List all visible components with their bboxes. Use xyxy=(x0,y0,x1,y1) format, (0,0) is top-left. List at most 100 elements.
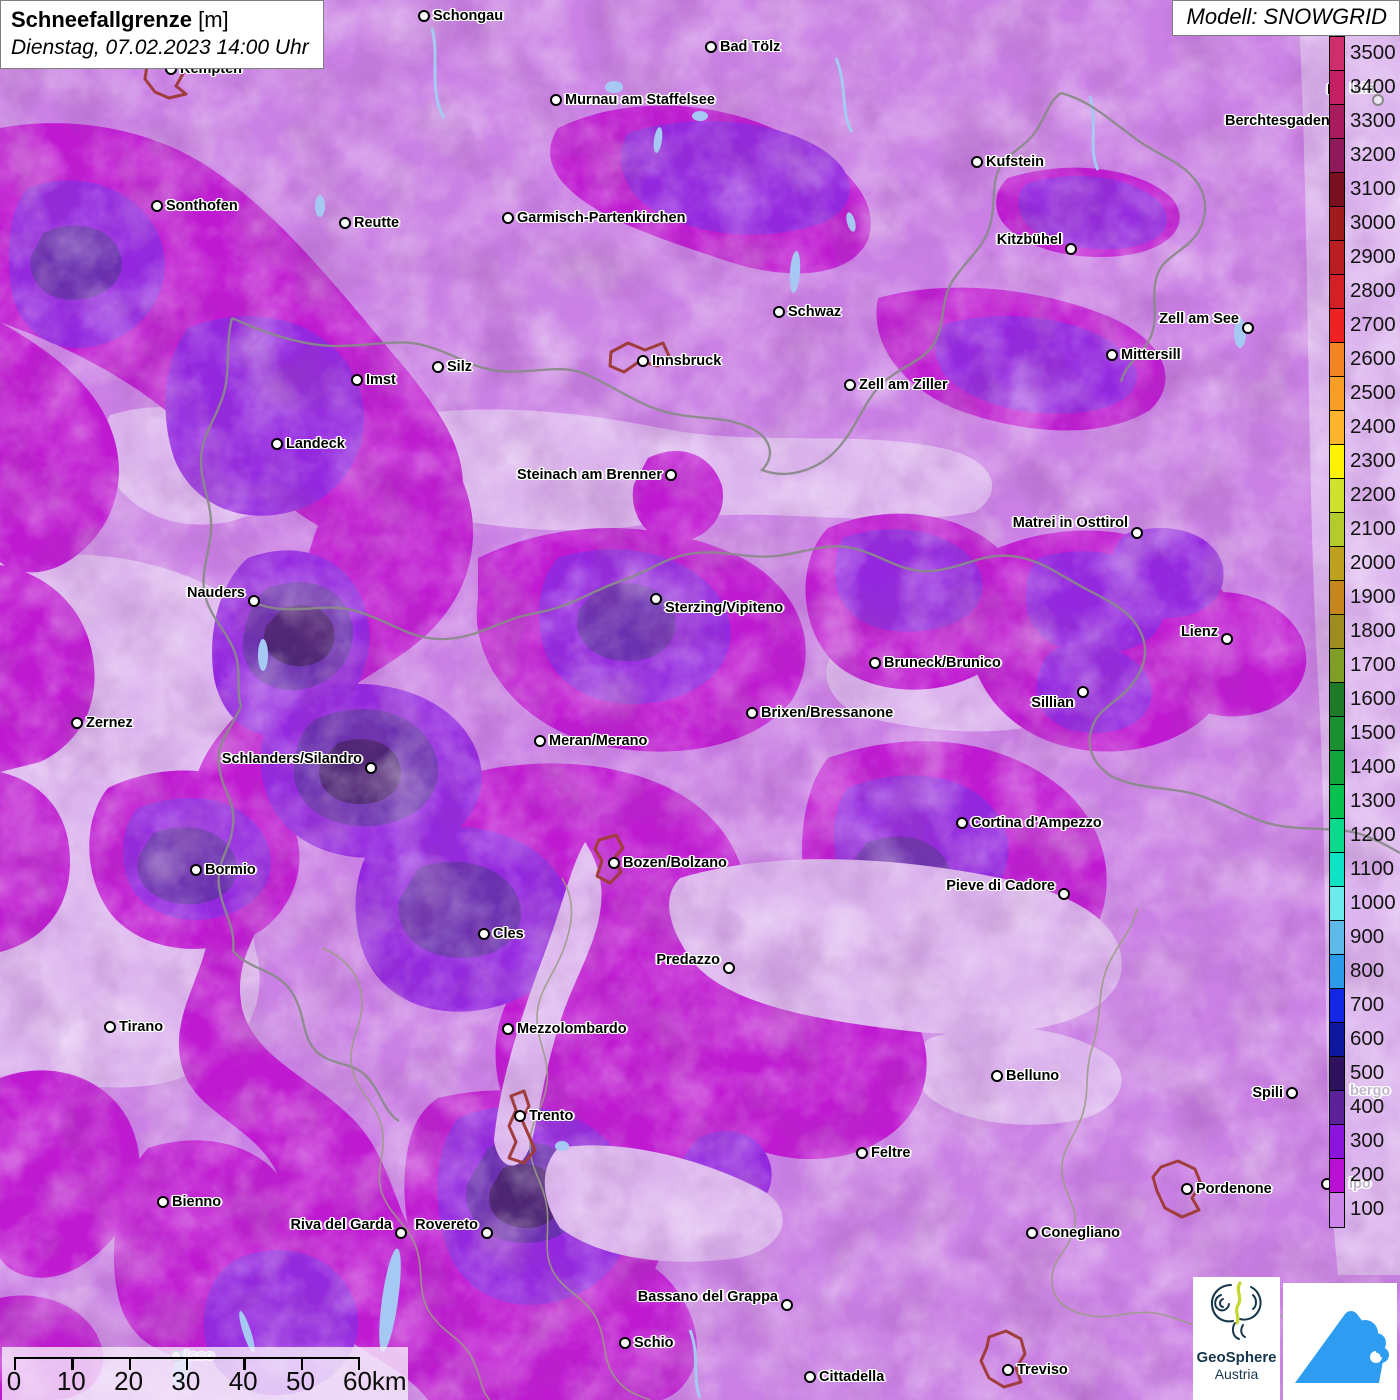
city-label: Kufstein xyxy=(986,153,1044,170)
colorbar-tick-label: 1900 xyxy=(1350,585,1396,608)
city-dot xyxy=(650,593,662,605)
colorbar-tick-label: 100 xyxy=(1350,1197,1385,1220)
colorbar-cell xyxy=(1330,717,1344,751)
city-label: Garmisch-Partenkirchen xyxy=(517,209,686,226)
city-dot xyxy=(550,94,562,106)
map-title: Schneefallgrenze xyxy=(11,7,192,32)
blue-mountain-logo-icon xyxy=(1295,1311,1389,1383)
colorbar-cell xyxy=(1330,275,1344,309)
city-label: Bormio xyxy=(205,861,256,878)
colorbar-cell xyxy=(1330,581,1344,615)
map-unit: [m] xyxy=(198,7,229,32)
city-label: Sonthofen xyxy=(166,197,238,214)
colorbar-cell xyxy=(1330,1159,1344,1193)
colorbar-tick-label: 2000 xyxy=(1350,551,1396,574)
city-dot xyxy=(534,735,546,747)
colorbar-tick-label: 1200 xyxy=(1350,823,1396,846)
distance-scalebar: 0 10 20 30 40 50 60km xyxy=(2,1347,408,1400)
scalebar-label: 30 xyxy=(171,1366,201,1396)
colorbar-cell xyxy=(1330,989,1344,1023)
city-label: Sillian xyxy=(1031,694,1074,711)
colorbar-cell xyxy=(1330,1091,1344,1125)
colorbar-tick-label: 600 xyxy=(1350,1027,1385,1050)
city-dot xyxy=(1002,1364,1014,1376)
city-dot xyxy=(351,374,363,386)
scalebar-label: 50 xyxy=(286,1366,315,1396)
city-label: Silz xyxy=(447,358,472,375)
colorbar-tick-label: 2700 xyxy=(1350,313,1396,336)
city-label: Reutte xyxy=(354,214,400,231)
city-label: Mittersill xyxy=(1121,346,1181,363)
colorbar-cell xyxy=(1330,445,1344,479)
colorbar-tick-label: 700 xyxy=(1350,993,1385,1016)
city-label: Cles xyxy=(493,925,524,942)
scalebar-label: 60km xyxy=(343,1366,407,1396)
city-dot xyxy=(971,156,983,168)
colorbar-cell xyxy=(1330,751,1344,785)
city-dot xyxy=(804,1371,816,1383)
city-dot xyxy=(395,1227,407,1239)
colorbar-tick-label: 900 xyxy=(1350,925,1385,948)
city-dot xyxy=(619,1337,631,1349)
city-label: Predazzo xyxy=(656,951,720,968)
city-label: Conegliano xyxy=(1041,1224,1120,1241)
colorbar-cell xyxy=(1330,1057,1344,1091)
city-label: Bienno xyxy=(172,1193,222,1210)
city-label: Treviso xyxy=(1017,1361,1068,1378)
colorbar-tick-label: 2900 xyxy=(1350,245,1396,268)
city-label: Imst xyxy=(366,371,396,388)
city-dot xyxy=(1242,322,1254,334)
colorbar-tick-label: 3500 xyxy=(1350,41,1396,64)
colorbar-cell xyxy=(1330,1023,1344,1057)
city-label: Nauders xyxy=(186,584,245,601)
city-label: Pieve di Cadore xyxy=(946,877,1055,894)
city-dot xyxy=(432,361,444,373)
city-label: Innsbruck xyxy=(652,352,722,369)
city-label: Kitzbühel xyxy=(996,231,1062,248)
weather-map-page: SchongauBad TölzKemptenMurnau am Staffel… xyxy=(0,0,1400,1400)
city-label: Meran/Merano xyxy=(549,732,648,749)
colorbar-cell xyxy=(1330,1125,1344,1159)
colorbar-cell xyxy=(1330,615,1344,649)
city-label: Cittadella xyxy=(819,1368,885,1385)
city-label: Tirano xyxy=(119,1018,164,1035)
colorbar-cell xyxy=(1330,819,1344,853)
city-label: Spili xyxy=(1252,1084,1283,1101)
city-label: Belluno xyxy=(1006,1067,1060,1084)
colorbar-cell xyxy=(1330,921,1344,955)
city-label: Trento xyxy=(529,1107,574,1124)
colorbar-tick-label: 1000 xyxy=(1350,891,1396,914)
city-label: Schongau xyxy=(433,7,504,24)
colorbar-tick-label: 2800 xyxy=(1350,279,1396,302)
city-dot xyxy=(991,1070,1003,1082)
colorbar-tick-label: 2500 xyxy=(1350,381,1396,404)
city-dot xyxy=(418,10,430,22)
colorbar-cell xyxy=(1330,479,1344,513)
colorbar-tick-label: 800 xyxy=(1350,959,1385,982)
city-label: Riva del Garda xyxy=(290,1216,392,1233)
city-dot xyxy=(665,469,677,481)
city-label: Zell am Ziller xyxy=(859,376,948,393)
city-dot xyxy=(339,217,351,229)
city-dot xyxy=(869,657,881,669)
city-dot xyxy=(190,864,202,876)
colorbar-cell xyxy=(1330,547,1344,581)
city-label: Zernez xyxy=(86,714,133,731)
city-markers-layer: SchongauBad TölzKemptenMurnau am Staffel… xyxy=(0,0,1400,1400)
city-dot xyxy=(844,379,856,391)
city-dot xyxy=(1065,243,1077,255)
city-label: Schwaz xyxy=(788,303,842,320)
city-dot xyxy=(1106,349,1118,361)
city-dot xyxy=(1077,686,1089,698)
colorbar-tick-label: 2200 xyxy=(1350,483,1396,506)
city-dot xyxy=(157,1196,169,1208)
colorbar-cell xyxy=(1330,785,1344,819)
colorbar-tick-label: 400 xyxy=(1350,1095,1385,1118)
city-dot xyxy=(1058,888,1070,900)
colorbar-tick-label: 1300 xyxy=(1350,789,1396,812)
city-dot xyxy=(514,1110,526,1122)
city-dot xyxy=(705,41,717,53)
city-dot xyxy=(481,1227,493,1239)
city-label: Matrei in Osttirol xyxy=(1012,514,1128,531)
city-dot xyxy=(856,1147,868,1159)
